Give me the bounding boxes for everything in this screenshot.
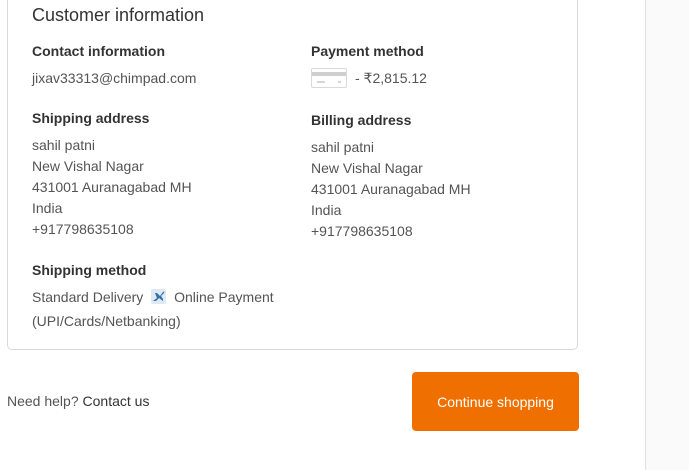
shipping-method-section: Shipping method Standard Delivery Online… bbox=[32, 262, 274, 332]
card-title: Customer information bbox=[32, 5, 205, 25]
shipping-method-name: Standard Delivery bbox=[32, 289, 144, 305]
billing-address-heading: Billing address bbox=[311, 112, 412, 128]
billing-address-name: sahil patni bbox=[311, 139, 375, 155]
payment-method-heading: Payment method bbox=[311, 43, 424, 59]
shipping-method-line1: Standard Delivery Online Payment bbox=[32, 287, 274, 311]
billing-address-section: Billing address sahil patni New Vishal N… bbox=[311, 112, 471, 242]
billing-address-street: New Vishal Nagar bbox=[311, 160, 423, 176]
shipping-address-country: India bbox=[32, 200, 63, 216]
billing-address-phone: +917798635108 bbox=[311, 223, 413, 239]
contact-information-section: Contact information jixav33313@chimpad.c… bbox=[32, 43, 196, 89]
airplane-icon bbox=[150, 288, 167, 311]
shipping-address-city: 431001 Auranagabad MH bbox=[32, 179, 192, 195]
shipping-method-payment: Online Payment bbox=[174, 289, 274, 305]
contact-email: jixav33313@chimpad.com bbox=[32, 70, 197, 86]
payment-amount: - ₹2,815.12 bbox=[355, 69, 427, 86]
shipping-address-section: Shipping address sahil patni New Vishal … bbox=[32, 110, 192, 240]
shipping-method-heading: Shipping method bbox=[32, 262, 147, 278]
shipping-method-line2: (UPI/Cards/Netbanking) bbox=[32, 313, 181, 329]
help-text: Need help? Contact us bbox=[7, 393, 149, 409]
shipping-address-heading: Shipping address bbox=[32, 110, 150, 126]
shipping-address-phone: +917798635108 bbox=[32, 221, 134, 237]
shipping-address-name: sahil patni bbox=[32, 137, 96, 153]
contact-us-link[interactable]: Contact us bbox=[83, 393, 150, 409]
billing-address-city: 431001 Auranagabad MH bbox=[311, 181, 471, 197]
credit-card-icon bbox=[311, 68, 347, 88]
order-summary-sidebar bbox=[645, 0, 689, 470]
need-help-label: Need help? bbox=[7, 393, 79, 409]
contact-information-heading: Contact information bbox=[32, 43, 165, 59]
payment-method-section: Payment method - ₹2,815.12 bbox=[311, 43, 427, 88]
customer-information-card: Customer information Contact information… bbox=[7, 0, 578, 350]
continue-shopping-button[interactable]: Continue shopping bbox=[412, 372, 579, 431]
billing-address-country: India bbox=[311, 202, 342, 218]
shipping-address-street: New Vishal Nagar bbox=[32, 158, 144, 174]
